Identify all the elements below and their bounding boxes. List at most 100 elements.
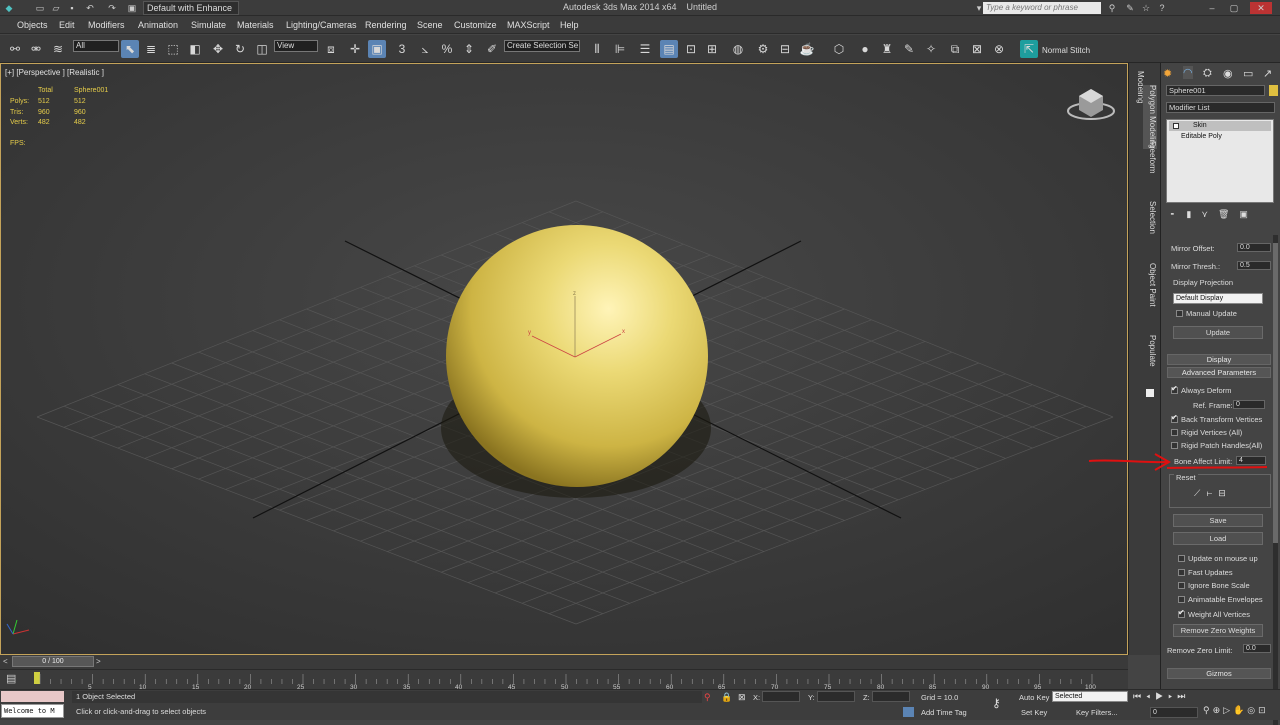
snaps-toggle-icon[interactable]: 3 bbox=[393, 40, 411, 58]
select-object-icon[interactable]: ⬉ bbox=[121, 40, 139, 58]
menu-modifiers[interactable]: Modifiers bbox=[88, 20, 125, 30]
menu-maxscript[interactable]: MAXScript bbox=[507, 20, 550, 30]
dropdown-arrow-icon[interactable]: ▾ bbox=[973, 2, 985, 14]
previous-frame-icon[interactable]: ◂ bbox=[1146, 691, 1155, 701]
isolate-icon[interactable]: ⚲ bbox=[704, 692, 711, 703]
time-slider-next-icon[interactable]: > bbox=[96, 657, 101, 666]
pivot-center-icon[interactable]: ⧈ bbox=[322, 40, 340, 58]
select-manipulate-icon[interactable]: ✛ bbox=[346, 40, 364, 58]
y-coord-field[interactable] bbox=[817, 691, 855, 702]
scale-icon[interactable]: ◫ bbox=[253, 40, 271, 58]
material-editor-icon[interactable]: ◍ bbox=[729, 40, 747, 58]
set-key-key-icon[interactable]: ⚷ bbox=[992, 696, 1001, 710]
always-deform-checkbox[interactable] bbox=[1171, 384, 1178, 394]
track-bar[interactable]: ▤ 5 10 15 20 25 30 35 40 45 50 55 60 65 … bbox=[0, 669, 1128, 691]
ref-frame-spinner[interactable]: 0 bbox=[1233, 400, 1265, 409]
brush-tool-icon[interactable]: ✎ bbox=[900, 40, 918, 58]
zoom-icon[interactable]: ⚲ bbox=[1203, 705, 1213, 715]
maximize-viewport-icon[interactable]: ⊡ bbox=[1258, 705, 1269, 715]
maxscript-listener-input[interactable]: Welcome to M bbox=[1, 704, 64, 718]
z-coord-field[interactable] bbox=[872, 691, 910, 702]
named-selection-dropdown[interactable]: Create Selection Se bbox=[504, 40, 580, 52]
remove-zero-weights-button[interactable]: Remove Zero Weights bbox=[1173, 624, 1263, 637]
reference-coordinate-dropdown[interactable]: View bbox=[274, 40, 318, 52]
next-frame-icon[interactable]: ▸ bbox=[1168, 691, 1177, 701]
configure-sets-icon[interactable]: ▣ bbox=[1239, 209, 1258, 219]
rigid-vertices-checkbox[interactable] bbox=[1171, 429, 1178, 436]
ribbon-tab-freeform[interactable]: Freeform bbox=[1143, 141, 1157, 173]
normal-stitch-icon[interactable]: ⇱ bbox=[1020, 40, 1038, 58]
fast-updates-checkbox[interactable] bbox=[1178, 569, 1185, 576]
menu-lighting-cameras[interactable]: Lighting/Cameras bbox=[286, 20, 357, 30]
mirror-icon[interactable]: ⫴ bbox=[588, 40, 606, 58]
ribbon-tab-populate[interactable]: Populate bbox=[1143, 335, 1157, 367]
sparkle-tool-icon[interactable]: ✧ bbox=[922, 40, 940, 58]
render-production-icon[interactable]: ☕ bbox=[798, 40, 816, 58]
lock-selection-icon[interactable]: 🔒 bbox=[721, 692, 732, 703]
menu-scene[interactable]: Scene bbox=[417, 20, 443, 30]
command-panel-scrollbar[interactable] bbox=[1273, 235, 1278, 725]
make-unique-icon[interactable]: ⋎ bbox=[1201, 209, 1218, 219]
stack-item-editable-poly[interactable]: Editable Poly bbox=[1169, 132, 1271, 142]
menu-materials[interactable]: Materials bbox=[237, 20, 274, 30]
display-projection-dropdown[interactable]: Default Display bbox=[1173, 293, 1263, 304]
key-filters-button[interactable]: Key Filters... bbox=[1076, 708, 1118, 717]
unlink-icon[interactable]: ⚮ bbox=[27, 40, 45, 58]
pan-icon[interactable]: ✋ bbox=[1233, 705, 1247, 715]
bind-space-warp-icon[interactable]: ≋ bbox=[49, 40, 67, 58]
back-transform-checkbox[interactable] bbox=[1171, 413, 1178, 423]
angle-snap-icon[interactable]: ⦣ bbox=[416, 40, 434, 58]
lightbulb-icon[interactable] bbox=[1173, 123, 1179, 129]
move-icon[interactable]: ✥ bbox=[209, 40, 227, 58]
stack-item-skin[interactable]: Skin bbox=[1169, 121, 1271, 131]
star-icon[interactable]: ☆ bbox=[1140, 2, 1152, 14]
window-crossing-icon[interactable]: ◧ bbox=[186, 40, 204, 58]
graphite-toggle-icon[interactable]: ▤ bbox=[660, 40, 678, 58]
load-button[interactable]: Load bbox=[1173, 532, 1263, 545]
spinner-snap-icon[interactable]: ⇕ bbox=[460, 40, 478, 58]
animatable-envelopes-checkbox[interactable] bbox=[1178, 596, 1185, 603]
ignore-bone-scale-checkbox[interactable] bbox=[1178, 582, 1185, 589]
search-icon[interactable]: ⚲ bbox=[1106, 2, 1118, 14]
create-tab-icon[interactable]: ✹ bbox=[1163, 67, 1172, 80]
link-icon[interactable]: ⚯ bbox=[6, 40, 24, 58]
frame-tool-icon[interactable]: ⧉ bbox=[946, 40, 964, 58]
object-name-field[interactable]: Sphere001 bbox=[1166, 85, 1265, 96]
time-slider-thumb[interactable]: 0 / 100 bbox=[12, 656, 94, 667]
update-button[interactable]: Update bbox=[1173, 326, 1263, 339]
reset-vertex-icon[interactable]: ⟋ bbox=[1194, 488, 1206, 498]
manual-update-checkbox[interactable] bbox=[1176, 310, 1183, 317]
ribbon-tab-object-paint[interactable]: Object Paint bbox=[1143, 263, 1157, 307]
menu-simulate[interactable]: Simulate bbox=[191, 20, 226, 30]
align-icon[interactable]: ⊫ bbox=[611, 40, 629, 58]
absolute-mode-icon[interactable]: ⊠ bbox=[738, 692, 746, 703]
help-icon[interactable]: ✎ bbox=[1124, 2, 1136, 14]
auto-key-button[interactable]: Auto Key bbox=[1019, 693, 1049, 702]
layer-manager-icon[interactable]: ☰ bbox=[636, 40, 654, 58]
ribbon-tab-selection[interactable]: Selection bbox=[1143, 201, 1157, 234]
mirror-offset-spinner[interactable]: 0.0 bbox=[1237, 243, 1271, 252]
sphere-tool-icon[interactable]: ● bbox=[856, 40, 874, 58]
update-on-mouse-up-checkbox[interactable] bbox=[1178, 555, 1185, 562]
rotate-icon[interactable]: ↻ bbox=[231, 40, 249, 58]
selection-filter-dropdown[interactable]: All bbox=[73, 40, 119, 52]
help-question-icon[interactable]: ? bbox=[1156, 2, 1168, 14]
selected-set-dropdown[interactable]: Selected bbox=[1052, 691, 1128, 702]
menu-objects[interactable]: Objects bbox=[17, 20, 48, 30]
remove-modifier-icon[interactable]: 🗑 bbox=[1218, 209, 1239, 219]
time-slider-prev-icon[interactable]: < bbox=[3, 657, 8, 666]
object-color-swatch[interactable] bbox=[1269, 85, 1278, 96]
play-icon[interactable]: ▶ bbox=[1155, 691, 1168, 701]
zoom-all-icon[interactable]: ⊕ bbox=[1213, 705, 1224, 715]
rigid-patch-checkbox[interactable] bbox=[1171, 442, 1178, 449]
search-input[interactable]: Type a keyword or phrase bbox=[983, 2, 1101, 14]
mirror-thresh-spinner[interactable]: 0.5 bbox=[1237, 261, 1271, 270]
percent-snap-icon[interactable]: % bbox=[438, 40, 456, 58]
perspective-viewport[interactable]: z x y [+] [Perspective ] [Realistic ] To… bbox=[0, 63, 1128, 655]
hierarchy-tab-icon[interactable]: ⛭ bbox=[1203, 67, 1212, 80]
gizmos-rollout[interactable]: Gizmos bbox=[1167, 668, 1271, 679]
reset-all-icon[interactable]: ⊟ bbox=[1218, 488, 1232, 498]
field-of-view-icon[interactable]: ▷ bbox=[1223, 705, 1233, 715]
maxscript-listener-top[interactable] bbox=[1, 691, 64, 702]
box-tool-icon[interactable]: ⬡ bbox=[830, 40, 848, 58]
